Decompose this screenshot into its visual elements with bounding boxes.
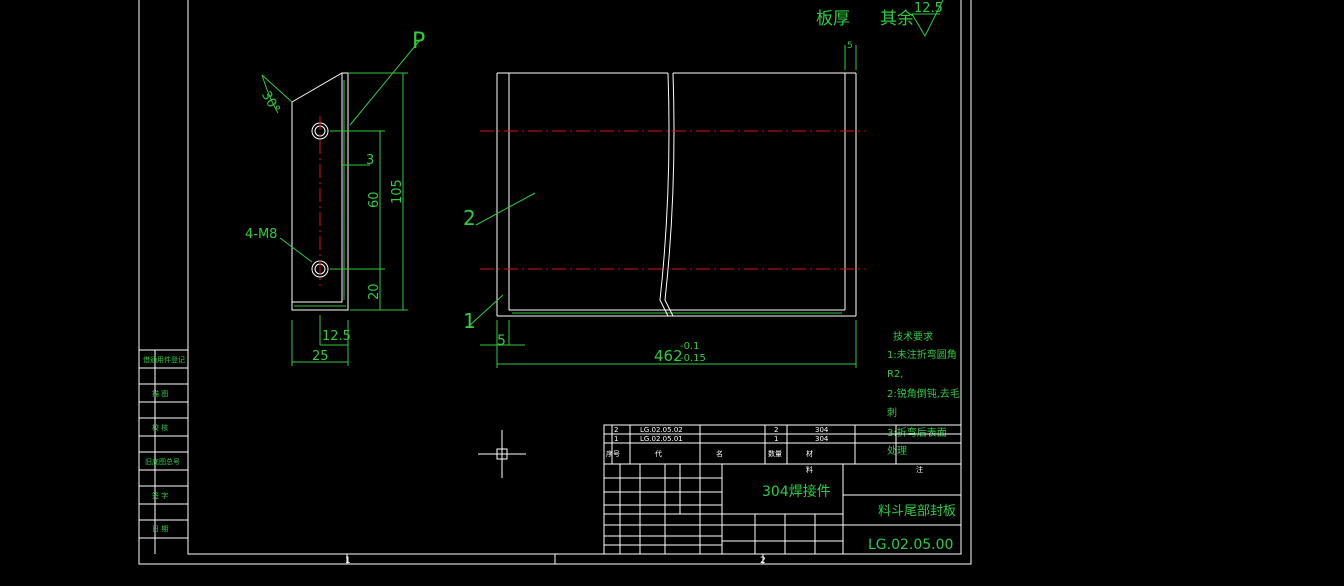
tech-item-1: 1:未注折弯圆角 (887, 348, 957, 361)
label-p: P (412, 29, 425, 54)
leader-1: 1 (463, 309, 476, 333)
tech-item-4: 刺 (887, 407, 897, 419)
title-block: 2 LG.02.05.02 2 304 1 LG.02.05.01 1 304 … (603, 424, 962, 555)
dim-5-top: 5 (847, 41, 853, 51)
hdr-seq: 序号 (606, 449, 620, 458)
hdr-material: 材 (806, 449, 813, 458)
tech-item-2: R2, (887, 369, 904, 380)
bom-qty-2: 2 (774, 426, 778, 434)
rest-label: 其余 (880, 9, 914, 29)
dim-462: 462 (654, 347, 683, 365)
bom-qty-1: 1 (774, 435, 778, 443)
material-label: 304焊接件 (762, 483, 831, 500)
left-col-1: 借通用件登记 (143, 355, 185, 364)
dim-12-5: 12.5 (322, 329, 351, 344)
hdr-note: 注 (916, 465, 923, 474)
left-col-6: 日 期 (152, 525, 168, 533)
side-view-bracket: P 30° 3 60 105 20 12.5 25 4-M8 (245, 29, 425, 366)
dim-25: 25 (312, 349, 329, 364)
hdr-misc: 料 (806, 465, 813, 474)
front-view-panel: 5 5 462 -0.1 -0.15 2 1 (463, 41, 865, 368)
thickness-label: 板厚 (816, 9, 850, 29)
dim-tol-lower: -0.15 (680, 353, 706, 364)
hdr-qty: 数量 (768, 449, 782, 458)
dim-5-bottom: 5 (497, 333, 506, 349)
roughness-value: 12.5 (914, 1, 943, 16)
zone-label-2: 2 (760, 556, 766, 566)
dim-20: 20 (367, 283, 382, 300)
drawing-no: LG.02.05.00 (868, 537, 953, 553)
left-col-2: 描 图 (152, 389, 168, 398)
dim-tol-upper: -0.1 (680, 341, 700, 352)
dim-angle: 30° (258, 89, 283, 116)
bom-seq-2: 2 (614, 426, 618, 434)
outer-frame (138, 0, 972, 565)
dim-3: 3 (366, 153, 374, 168)
bom-code-2: LG.02.05.02 (640, 426, 683, 434)
tech-title: 技术要求 (893, 330, 933, 343)
tech-requirements: 技术要求 1:未注折弯圆角 R2, 2:锐角倒钝,去毛 刺 3:折弯后表面 处理 (887, 330, 960, 457)
bom-code-1: LG.02.05.01 (640, 435, 683, 443)
left-col-3: 校 核 (152, 423, 168, 432)
zone-label-1: 1 (345, 556, 351, 566)
dim-60: 60 (367, 191, 382, 208)
bom-seq-1: 1 (614, 435, 618, 443)
bom-mat-1: 304 (815, 435, 829, 443)
hdr-code: 代 (655, 449, 662, 458)
leader-2: 2 (463, 206, 476, 230)
dim-holes: 4-M8 (245, 227, 277, 242)
dim-105: 105 (390, 179, 405, 204)
left-col-5: 签 字 (152, 491, 168, 500)
roughness-note: 板厚 其余 12.5 (816, 0, 944, 38)
cad-crosshair-cursor (478, 430, 526, 478)
cad-drawing-canvas: 1 2 借通用件登记 描 图 校 核 旧底图总号 签 字 日 期 P 30° 3… (138, 0, 972, 566)
bom-mat-2: 304 (815, 426, 829, 434)
part-name: 料斗尾部封板 (878, 504, 956, 519)
hdr-name: 名 (716, 449, 723, 458)
tech-item-6: 处理 (887, 445, 907, 457)
tech-item-3: 2:锐角倒钝,去毛 (887, 387, 960, 400)
left-col-4: 旧底图总号 (145, 457, 180, 466)
left-registration-column: 借通用件登记 描 图 校 核 旧底图总号 签 字 日 期 (139, 349, 188, 554)
